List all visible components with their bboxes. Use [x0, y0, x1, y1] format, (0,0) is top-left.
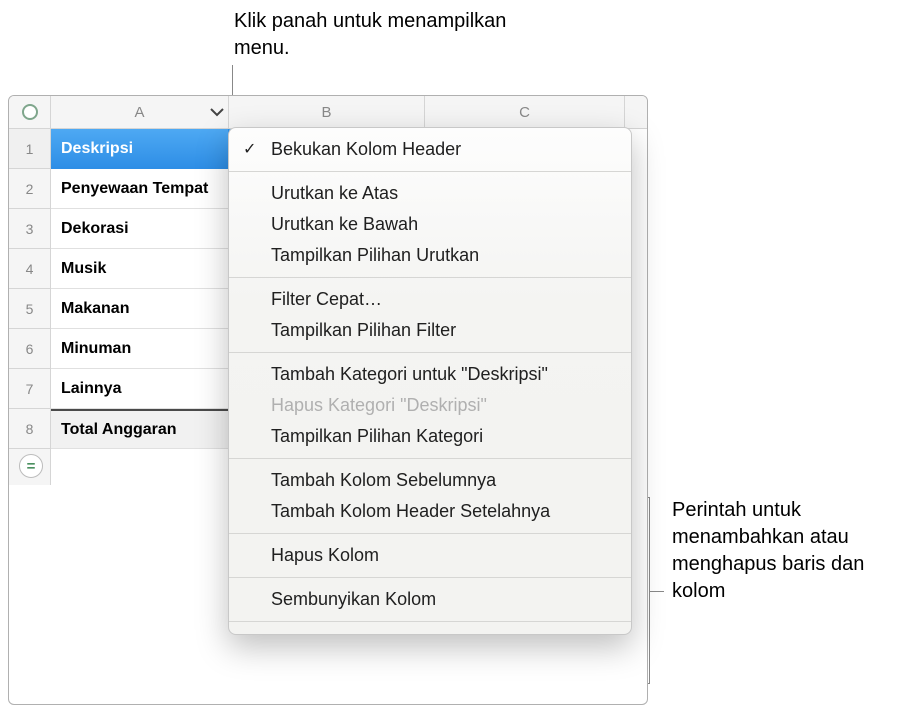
menu-item-label: Bekukan Kolom Header	[271, 139, 461, 159]
row-number[interactable]: 7	[9, 369, 51, 409]
menu-item-label: Hapus Kategori "Deskripsi"	[271, 395, 487, 415]
column-header-c[interactable]: C	[425, 96, 625, 128]
menu-item-hide-column[interactable]: Sembunyikan Kolom	[229, 584, 631, 615]
checkmark-icon: ✓	[243, 139, 256, 159]
row-number[interactable]: 2	[9, 169, 51, 209]
formula-icon[interactable]: =	[19, 454, 43, 478]
menu-item-label: Tambah Kolom Header Setelahnya	[271, 501, 550, 521]
row-number[interactable]: 6	[9, 329, 51, 369]
menu-item-label: Tampilkan Pilihan Kategori	[271, 426, 483, 446]
menu-item-sort-descending[interactable]: Urutkan ke Bawah	[229, 209, 631, 240]
menu-item-label: Hapus Kolom	[271, 545, 379, 565]
menu-item-add-category[interactable]: Tambah Kategori untuk "Deskripsi"	[229, 359, 631, 390]
column-header-label: B	[321, 104, 331, 121]
callout-top: Klik panah untuk menampilkan menu.	[234, 8, 554, 62]
cell[interactable]: Lainnya	[51, 369, 229, 409]
menu-separator	[229, 277, 631, 278]
menu-item-label: Tampilkan Pilihan Urutkan	[271, 245, 479, 265]
column-menu-arrow-icon[interactable]	[210, 107, 224, 117]
table-corner-handle[interactable]	[9, 96, 51, 129]
row-number[interactable]: 1	[9, 129, 51, 169]
menu-item-freeze-header-column[interactable]: ✓ Bekukan Kolom Header	[229, 134, 631, 165]
menu-item-show-category-options[interactable]: Tampilkan Pilihan Kategori	[229, 421, 631, 452]
column-header-a[interactable]: A	[51, 96, 229, 128]
menu-separator	[229, 458, 631, 459]
callout-right: Perintah untuk menambahkan atau menghapu…	[672, 497, 892, 605]
menu-separator	[229, 577, 631, 578]
menu-item-show-sort-options[interactable]: Tampilkan Pilihan Urutkan	[229, 240, 631, 271]
column-header-label: C	[519, 104, 530, 121]
column-context-menu: ✓ Bekukan Kolom Header Urutkan ke Atas U…	[228, 127, 632, 635]
cell[interactable]: Deskripsi	[51, 129, 229, 169]
cell[interactable]: Total Anggaran	[51, 409, 229, 449]
menu-item-label: Sembunyikan Kolom	[271, 589, 436, 609]
menu-separator	[229, 533, 631, 534]
cell[interactable]: Minuman	[51, 329, 229, 369]
menu-item-label: Urutkan ke Bawah	[271, 214, 418, 234]
menu-item-add-column-before[interactable]: Tambah Kolom Sebelumnya	[229, 465, 631, 496]
table-handle-icon	[22, 104, 38, 120]
callout-bracket-stem	[650, 591, 664, 592]
menu-separator	[229, 352, 631, 353]
menu-item-add-header-column-after[interactable]: Tambah Kolom Header Setelahnya	[229, 496, 631, 527]
menu-item-remove-category: Hapus Kategori "Deskripsi"	[229, 390, 631, 421]
menu-item-sort-ascending[interactable]: Urutkan ke Atas	[229, 178, 631, 209]
menu-item-label: Tambah Kategori untuk "Deskripsi"	[271, 364, 548, 384]
menu-item-show-filter-options[interactable]: Tampilkan Pilihan Filter	[229, 315, 631, 346]
cell[interactable]: Penyewaan Tempat	[51, 169, 229, 209]
menu-item-delete-column[interactable]: Hapus Kolom	[229, 540, 631, 571]
row-number[interactable]: 3	[9, 209, 51, 249]
menu-item-quick-filter[interactable]: Filter Cepat…	[229, 284, 631, 315]
menu-item-label: Tambah Kolom Sebelumnya	[271, 470, 496, 490]
cell[interactable]: Dekorasi	[51, 209, 229, 249]
menu-separator	[229, 171, 631, 172]
menu-item-label: Filter Cepat…	[271, 289, 382, 309]
row-number[interactable]: 5	[9, 289, 51, 329]
column-header-label: A	[134, 104, 144, 121]
column-headers: A B C	[51, 96, 647, 129]
menu-separator	[229, 621, 631, 622]
menu-item-label: Tampilkan Pilihan Filter	[271, 320, 456, 340]
column-header-b[interactable]: B	[229, 96, 425, 128]
cell[interactable]: Musik	[51, 249, 229, 289]
row-number[interactable]: 8	[9, 409, 51, 449]
cell[interactable]: Makanan	[51, 289, 229, 329]
row-number[interactable]: 4	[9, 249, 51, 289]
menu-item-label: Urutkan ke Atas	[271, 183, 398, 203]
